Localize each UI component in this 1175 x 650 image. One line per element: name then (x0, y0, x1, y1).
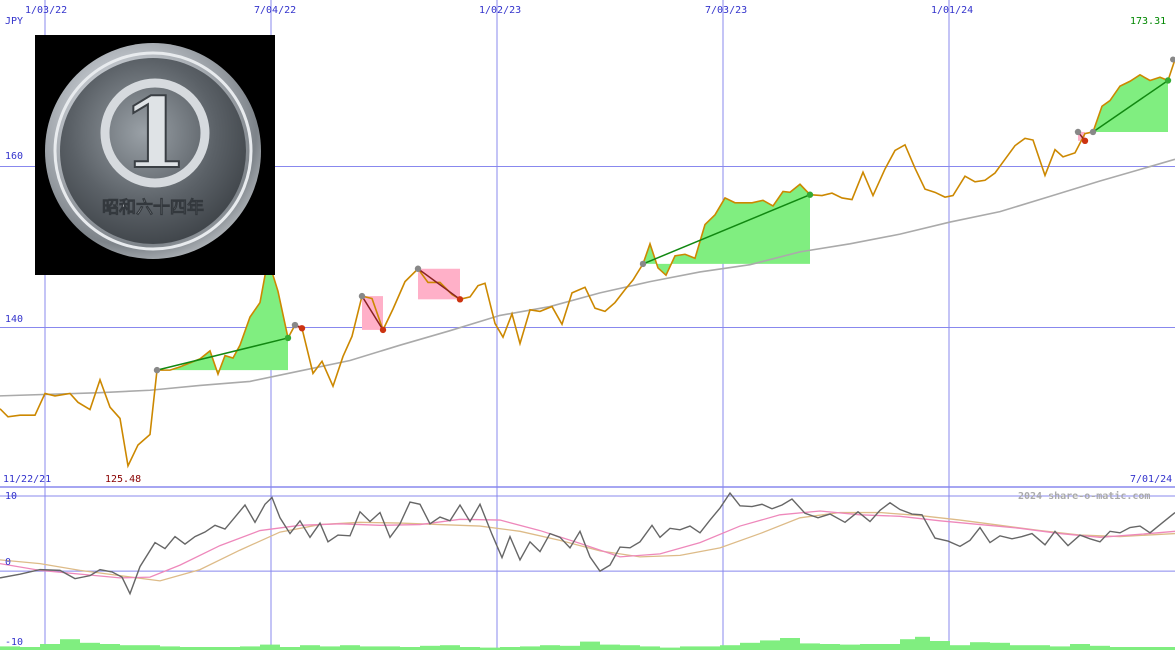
volume-bar (1070, 644, 1090, 650)
volume-bar (580, 641, 600, 650)
trend-lines (153, 56, 1175, 374)
trend-start-marker (153, 366, 161, 374)
volume-bar (120, 645, 140, 650)
volume-bar (320, 646, 340, 650)
volume-bar (540, 645, 560, 650)
volume-bar (240, 646, 260, 650)
volume-bar (1030, 645, 1050, 650)
volume-bar (1050, 646, 1070, 650)
trend-end-marker (456, 296, 464, 303)
trend-start-marker (291, 321, 299, 329)
volume-bar (820, 644, 840, 650)
volume-bar (930, 641, 950, 650)
volume-bar (680, 646, 700, 650)
volume-bar (80, 642, 100, 650)
trend-start-marker (639, 260, 647, 268)
volume-bar (860, 644, 880, 650)
currency-label: JPY (5, 16, 23, 27)
volume-bar (970, 642, 990, 650)
start-date-label: 11/22/21 (3, 474, 51, 485)
volume-bar (700, 646, 720, 650)
volume-bar (900, 639, 915, 650)
trend-start-marker (1074, 128, 1082, 136)
one-yen-coin-icon: 1 昭和六十四年 (45, 43, 261, 259)
volume-bar (420, 645, 440, 650)
volume-bar (990, 642, 1010, 650)
end-date-label: 7/01/24 (1130, 474, 1172, 485)
last-point-marker (1170, 56, 1175, 63)
volume-bar (840, 644, 860, 650)
x-tick-label: 7/03/23 (705, 5, 747, 16)
trend-start-marker (1089, 128, 1097, 136)
x-tick-label: 7/04/22 (254, 5, 296, 16)
volume-bar (880, 644, 900, 650)
volume-bar (260, 644, 280, 650)
trend-end-marker (284, 334, 292, 342)
volume-bar (950, 645, 970, 650)
volume-bar (300, 645, 320, 650)
volume-bar (100, 644, 120, 650)
trend-start-marker (414, 265, 422, 272)
volume-bar (340, 645, 360, 650)
osc-tick-label: 0 (5, 557, 11, 568)
one-yen-coin-image: 1 昭和六十四年 (35, 35, 275, 275)
volume-bar (720, 645, 740, 650)
volume-bar (780, 638, 800, 650)
volume-bar (1090, 645, 1110, 650)
trend-end-marker (298, 325, 306, 332)
watermark-text: 2024 share-o-matic.com (1018, 490, 1150, 502)
osc-tick-label: -10 (5, 637, 23, 648)
volume-bar (60, 639, 80, 650)
signal-line (0, 510, 1175, 579)
volume-bar (740, 642, 760, 650)
trend-end-marker (1081, 137, 1089, 145)
trend-fill (157, 259, 288, 375)
volume-bar (380, 646, 400, 650)
volume-bar (620, 645, 640, 650)
svg-text:1: 1 (122, 77, 189, 190)
volume-bar (520, 646, 540, 650)
oscillator-line (0, 491, 1175, 596)
low-value-label: 125.48 (105, 474, 141, 485)
y-tick-label: 140 (5, 314, 23, 325)
volume-bar (915, 636, 930, 650)
last-value-label: 173.31 (1130, 16, 1166, 27)
trend-end-marker (379, 326, 387, 334)
trend-start-marker (358, 292, 366, 300)
volume-bar (440, 645, 460, 650)
coin-inscription: 昭和六十四年 (102, 197, 204, 218)
trend-end-marker (806, 191, 814, 198)
y-tick-label: 160 (5, 151, 23, 162)
volume-bar (600, 644, 620, 650)
volume-bar (560, 645, 580, 650)
volume-bar (800, 643, 820, 650)
x-tick-label: 1/02/23 (479, 5, 521, 16)
x-tick-label: 1/03/22 (25, 5, 67, 16)
volume-bar (1010, 645, 1030, 650)
trend-end-marker (1164, 77, 1172, 84)
trend-fills (157, 74, 1168, 375)
x-tick-label: 1/01/24 (931, 5, 973, 16)
volume-bar (140, 645, 160, 650)
osc-tick-label: 10 (5, 491, 17, 502)
volume-bar (760, 640, 780, 650)
volume-bar (40, 644, 60, 650)
volume-bar (160, 646, 180, 650)
volume-bar (640, 646, 660, 650)
volume-bar (360, 646, 380, 650)
